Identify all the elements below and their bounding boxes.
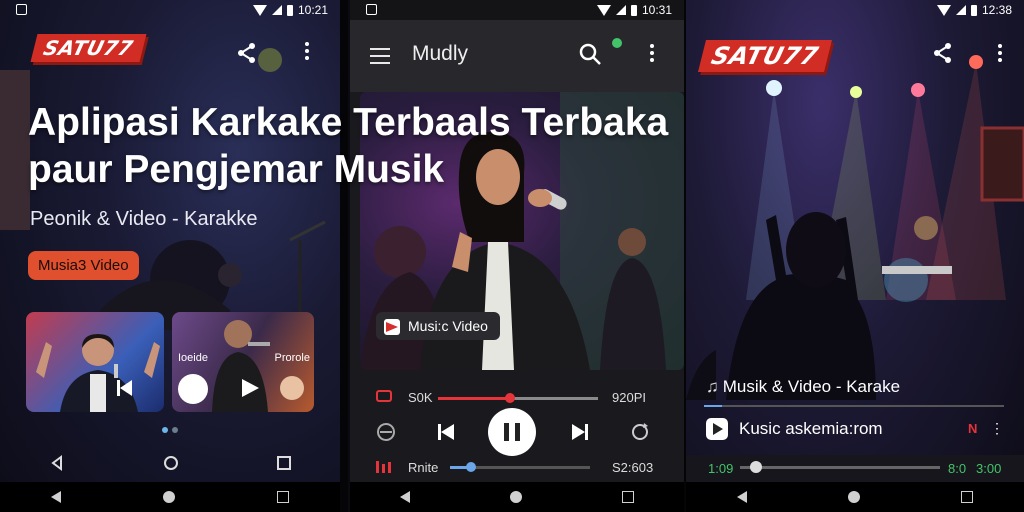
home-icon[interactable]	[847, 491, 860, 503]
page-dot[interactable]	[172, 427, 178, 433]
recents-icon[interactable]	[961, 491, 974, 503]
video-thumbnail[interactable]	[26, 312, 164, 412]
recents-icon[interactable]	[277, 491, 289, 503]
page-dot-active[interactable]	[162, 427, 168, 433]
battery-icon	[630, 4, 637, 16]
avatar	[280, 376, 304, 400]
seek-bar-fill	[438, 397, 510, 400]
app-title: Mudly	[412, 42, 469, 65]
repeat-icon[interactable]	[162, 455, 180, 476]
wifi-icon	[252, 4, 267, 16]
volume-time-label: S2:603	[612, 460, 654, 475]
chip-label: Musi:c Video	[408, 318, 488, 334]
source-label[interactable]: Kusic askemia:rom	[739, 419, 883, 439]
app-bottom-nav	[0, 450, 340, 480]
play-circle-icon[interactable]	[178, 374, 208, 404]
battery-icon	[286, 4, 293, 16]
seek-bar-handle[interactable]	[750, 461, 762, 473]
more-vert-icon[interactable]	[998, 44, 1002, 65]
signal-icon	[615, 5, 626, 15]
elapsed-label: S0K	[408, 390, 433, 405]
back-icon[interactable]	[51, 491, 61, 503]
app-bar: Mudly	[350, 20, 684, 92]
app-icon[interactable]	[706, 418, 728, 440]
time-end: 3:00	[976, 461, 1002, 476]
panel-divider	[340, 0, 348, 512]
seek-bar-handle[interactable]	[505, 393, 515, 403]
badge-icon: N	[968, 421, 978, 436]
back-arrow-icon[interactable]	[49, 454, 65, 476]
notification-icon	[366, 4, 377, 15]
next-icon[interactable]	[570, 422, 590, 447]
promo-screen-left: 10:21 SATU77 Peonik & Video - Karakke Mu…	[0, 0, 340, 512]
status-time: 10:21	[297, 3, 328, 17]
cast-icon[interactable]: ⋮	[990, 420, 1004, 437]
system-nav-bar	[686, 482, 1024, 512]
video-thumbnail[interactable]: Ioeide Prorole	[172, 312, 314, 412]
track-title: Musik & Video - Karake	[722, 377, 901, 396]
repeat-icon[interactable]	[630, 422, 650, 447]
duration-label: 920PI	[612, 390, 646, 405]
music-note-icon: ♫	[706, 377, 719, 396]
headline-overflow: Terbaals Terbaka	[353, 101, 669, 144]
thumb-label-right: Prorole	[274, 352, 310, 364]
recents-icon[interactable]	[622, 491, 634, 503]
previous-icon[interactable]	[114, 378, 134, 403]
battery-icon	[970, 4, 977, 16]
status-dot	[612, 38, 622, 48]
concert-screen-right: 12:38 SATU77 ♫ Musik & Video - Karake Kus…	[686, 0, 1024, 512]
player-screen-middle: 10:31 Mudly Musi:c Video S0K 920PI Rnite…	[350, 0, 684, 512]
headline-line2: paur Pengjemar Musik	[28, 147, 445, 191]
wifi-icon	[936, 4, 951, 16]
thumb-label-left: Ioeide	[178, 352, 208, 364]
signal-icon	[955, 5, 966, 15]
brand-logo[interactable]: SATU77	[698, 40, 832, 72]
status-bar: 10:21	[0, 0, 340, 20]
singer-figure	[36, 334, 160, 412]
signal-icon	[271, 5, 282, 15]
track-progress	[704, 405, 1004, 407]
volume-handle[interactable]	[466, 462, 476, 472]
home-icon[interactable]	[163, 491, 175, 503]
search-icon[interactable]	[578, 42, 602, 71]
brand-logo[interactable]: SATU77	[30, 34, 147, 62]
play-icon[interactable]	[240, 378, 260, 403]
equalizer-icon[interactable]	[376, 460, 392, 473]
previous-icon[interactable]	[436, 422, 456, 447]
time-mid: 8:0	[948, 461, 967, 476]
status-time: 12:38	[981, 3, 1012, 17]
share-icon[interactable]	[932, 42, 954, 64]
subtitle: Peonik & Video - Karakke	[30, 208, 258, 230]
status-time: 10:31	[641, 3, 672, 17]
track-progress-fill	[704, 405, 722, 407]
video-icon	[384, 319, 400, 335]
mini-player-bar: 1:09 8:0 3:00	[686, 455, 1024, 482]
back-icon[interactable]	[400, 491, 410, 503]
back-icon[interactable]	[736, 491, 747, 503]
volume-label: Rnite	[408, 460, 439, 475]
seek-bar[interactable]	[740, 466, 940, 469]
status-bar: 10:31	[350, 0, 684, 20]
system-nav-bar	[350, 482, 684, 512]
shuffle-icon[interactable]	[376, 422, 396, 447]
more-vert-icon[interactable]	[650, 44, 654, 65]
music-video-chip[interactable]: Musi:c Video	[376, 312, 500, 340]
home-icon[interactable]	[510, 491, 522, 503]
more-vert-icon[interactable]	[305, 42, 309, 63]
time-start: 1:09	[708, 461, 734, 476]
pause-icon	[504, 423, 509, 441]
system-nav-bar	[0, 482, 340, 512]
menu-icon[interactable]	[370, 48, 390, 69]
recents-square-icon[interactable]	[277, 455, 292, 475]
status-bar: 12:38	[686, 0, 1024, 20]
wifi-icon	[596, 4, 611, 16]
track-title-row: ♫ Musik & Video - Karake	[706, 377, 900, 397]
promo-headline: Aplipasi Karkake Terbaals Terbaka paur P…	[28, 100, 668, 194]
notification-icon	[16, 4, 27, 15]
pause-button[interactable]	[488, 408, 536, 456]
share-icon[interactable]	[236, 42, 258, 64]
headline-line1: Aplipasi Karkake	[28, 101, 343, 144]
playlist-icon[interactable]	[376, 390, 392, 402]
music-video-pill-button[interactable]: Musia3 Video	[28, 251, 139, 280]
